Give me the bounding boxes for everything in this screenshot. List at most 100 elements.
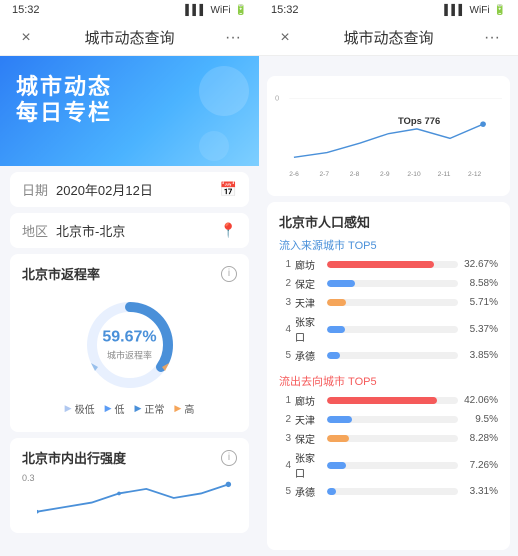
bar-fill bbox=[327, 261, 434, 268]
bar-fill bbox=[327, 326, 345, 333]
return-rate-header: 北京市返程率 i bbox=[22, 264, 237, 283]
bar-pct: 5.37% bbox=[462, 324, 498, 335]
return-rate-title: 北京市返程率 bbox=[22, 264, 100, 283]
bar-fill bbox=[327, 352, 340, 359]
bar-row: 1 廊坊 32.67% bbox=[279, 257, 498, 272]
bar-row: 2保定8.58% bbox=[279, 276, 498, 291]
inner-movement-title: 北京市内出行强度 bbox=[22, 448, 126, 467]
inner-movement-header: 北京市内出行强度 i bbox=[22, 448, 237, 467]
bar-pct: 9.5% bbox=[462, 414, 498, 425]
donut-sublabel: 城市返程率 bbox=[102, 349, 156, 362]
bar-pct: 5.71% bbox=[462, 297, 498, 308]
bar-rank: 4 bbox=[279, 324, 291, 335]
area-label: 地区 bbox=[22, 221, 48, 240]
population-card: 北京市人口感知 流入来源城市 TOP5 1廊坊32.67%2保定8.58%3天津… bbox=[267, 202, 510, 550]
hero-banner: 城市动态 每日专栏 bbox=[0, 56, 259, 166]
bar-rank: 3 bbox=[279, 433, 291, 444]
svg-text:2-11: 2-11 bbox=[438, 171, 451, 178]
donut-center: 59.67% 城市返程率 bbox=[102, 329, 156, 362]
legend-low: ▶ 低 bbox=[105, 401, 125, 416]
bar-row: 2天津9.5% bbox=[279, 412, 498, 427]
bar-track bbox=[327, 299, 458, 306]
top-chart-svg: 0 2-6 2-7 2-8 2-9 2-10 2-11 2-12 TOps 77… bbox=[275, 84, 502, 188]
svg-text:2-7: 2-7 bbox=[319, 171, 329, 178]
bar-fill bbox=[327, 299, 346, 306]
legend-low-label: 低 bbox=[115, 401, 125, 416]
bar-city: 廊坊 bbox=[295, 257, 323, 272]
bar-pct: 32.67% bbox=[462, 259, 498, 270]
svg-text:2-12: 2-12 bbox=[468, 171, 482, 178]
left-more-button[interactable]: ··· bbox=[221, 29, 245, 47]
top-chart-area: 0 2-6 2-7 2-8 2-9 2-10 2-11 2-12 TOps 77… bbox=[267, 76, 510, 196]
left-panel: 15:32 ▌▌▌ WiFi 🔋 × 城市动态查询 ··· 城市动态 每日专栏 … bbox=[0, 0, 259, 556]
bar-pct: 7.26% bbox=[462, 460, 498, 471]
bar-track bbox=[327, 416, 458, 423]
legend-normal-label: 正常 bbox=[144, 401, 164, 416]
bar-fill bbox=[327, 416, 352, 423]
chart-y-label: 0 bbox=[275, 94, 279, 103]
inner-movement-card: 北京市内出行强度 i 0.3 bbox=[10, 438, 249, 533]
right-header: × 城市动态查询 ··· bbox=[259, 20, 518, 56]
location-icon: 📍 bbox=[220, 222, 237, 239]
bar-fill bbox=[327, 488, 336, 495]
bar-rank: 2 bbox=[279, 414, 291, 425]
right-back-button[interactable]: × bbox=[273, 29, 297, 47]
right-status-icons: ▌▌▌ WiFi 🔋 bbox=[444, 5, 506, 16]
right-panel: 15:32 ▌▌▌ WiFi 🔋 × 城市动态查询 ··· 0 2-6 2-7 … bbox=[259, 0, 518, 556]
left-status-icons: ▌▌▌ WiFi 🔋 bbox=[185, 5, 247, 16]
inflow-bars: 1廊坊32.67%2保定8.58%3天津5.71%4张家口5.37%5承德3.8… bbox=[279, 257, 498, 363]
bar-rank: 5 bbox=[279, 350, 291, 361]
bar-track bbox=[327, 280, 458, 287]
date-label: 日期 bbox=[22, 180, 48, 199]
bar-fill bbox=[327, 462, 346, 469]
bar-city: 张家口 bbox=[295, 314, 323, 344]
date-field[interactable]: 日期 2020年02月12日 📅 bbox=[10, 172, 249, 207]
bar-row: 1 廊坊 42.06% bbox=[279, 393, 498, 408]
inner-movement-info-icon[interactable]: i bbox=[221, 450, 237, 466]
bar-row: 3保定8.28% bbox=[279, 431, 498, 446]
population-title: 北京市人口感知 bbox=[279, 212, 498, 231]
legend-high-label: 高 bbox=[184, 401, 194, 416]
bar-rank: 3 bbox=[279, 297, 291, 308]
bar-city: 廊坊 bbox=[295, 393, 323, 408]
bar-pct: 8.28% bbox=[462, 433, 498, 444]
return-rate-info-icon[interactable]: i bbox=[221, 266, 237, 282]
bar-row: 3 天津 5.71% bbox=[279, 295, 498, 310]
bar-track bbox=[327, 261, 458, 268]
bar-row: 5承德3.85% bbox=[279, 348, 498, 363]
inner-movement-svg bbox=[37, 473, 237, 523]
right-more-button[interactable]: ··· bbox=[480, 29, 504, 47]
bar-rank: 2 bbox=[279, 278, 291, 289]
bar-rank: 1 bbox=[279, 395, 291, 406]
donut-percentage: 59.67% bbox=[102, 329, 156, 347]
bar-city: 天津 bbox=[295, 295, 323, 310]
hero-bubble-2 bbox=[199, 131, 229, 161]
bar-city: 张家口 bbox=[295, 450, 323, 480]
bar-track bbox=[327, 488, 458, 495]
bar-city: 承德 bbox=[295, 348, 323, 363]
donut-chart: 59.67% 城市返程率 bbox=[80, 295, 180, 395]
left-back-button[interactable]: × bbox=[14, 29, 38, 47]
bar-row: 5 承德 3.31% bbox=[279, 484, 498, 499]
left-header: × 城市动态查询 ··· bbox=[0, 20, 259, 56]
bar-fill bbox=[327, 435, 349, 442]
bar-row: 4 张家口 5.37% bbox=[279, 314, 498, 344]
bar-pct: 3.31% bbox=[462, 486, 498, 497]
donut-legend: ▶ 极低 ▶ 低 ▶ 正常 ▶ 高 bbox=[65, 401, 195, 416]
bar-track bbox=[327, 462, 458, 469]
legend-normal: ▶ 正常 bbox=[135, 401, 165, 416]
area-field[interactable]: 地区 北京市-北京 📍 bbox=[10, 213, 249, 248]
bar-city: 承德 bbox=[295, 484, 323, 499]
bar-fill bbox=[327, 280, 355, 287]
bar-pct: 8.58% bbox=[462, 278, 498, 289]
return-rate-card: 北京市返程率 i 59.67% 城市返程率 bbox=[10, 254, 249, 432]
bar-track bbox=[327, 435, 458, 442]
right-status-bar: 15:32 ▌▌▌ WiFi 🔋 bbox=[259, 0, 518, 20]
bar-fill bbox=[327, 397, 437, 404]
bar-rank: 1 bbox=[279, 259, 291, 270]
svg-text:2-6: 2-6 bbox=[289, 171, 299, 178]
bar-pct: 42.06% bbox=[462, 395, 498, 406]
donut-container: 59.67% 城市返程率 ▶ 极低 ▶ 低 ▶ 正常 ▶ bbox=[22, 289, 237, 422]
left-header-title: 城市动态查询 bbox=[38, 27, 221, 48]
bar-rank: 5 bbox=[279, 486, 291, 497]
